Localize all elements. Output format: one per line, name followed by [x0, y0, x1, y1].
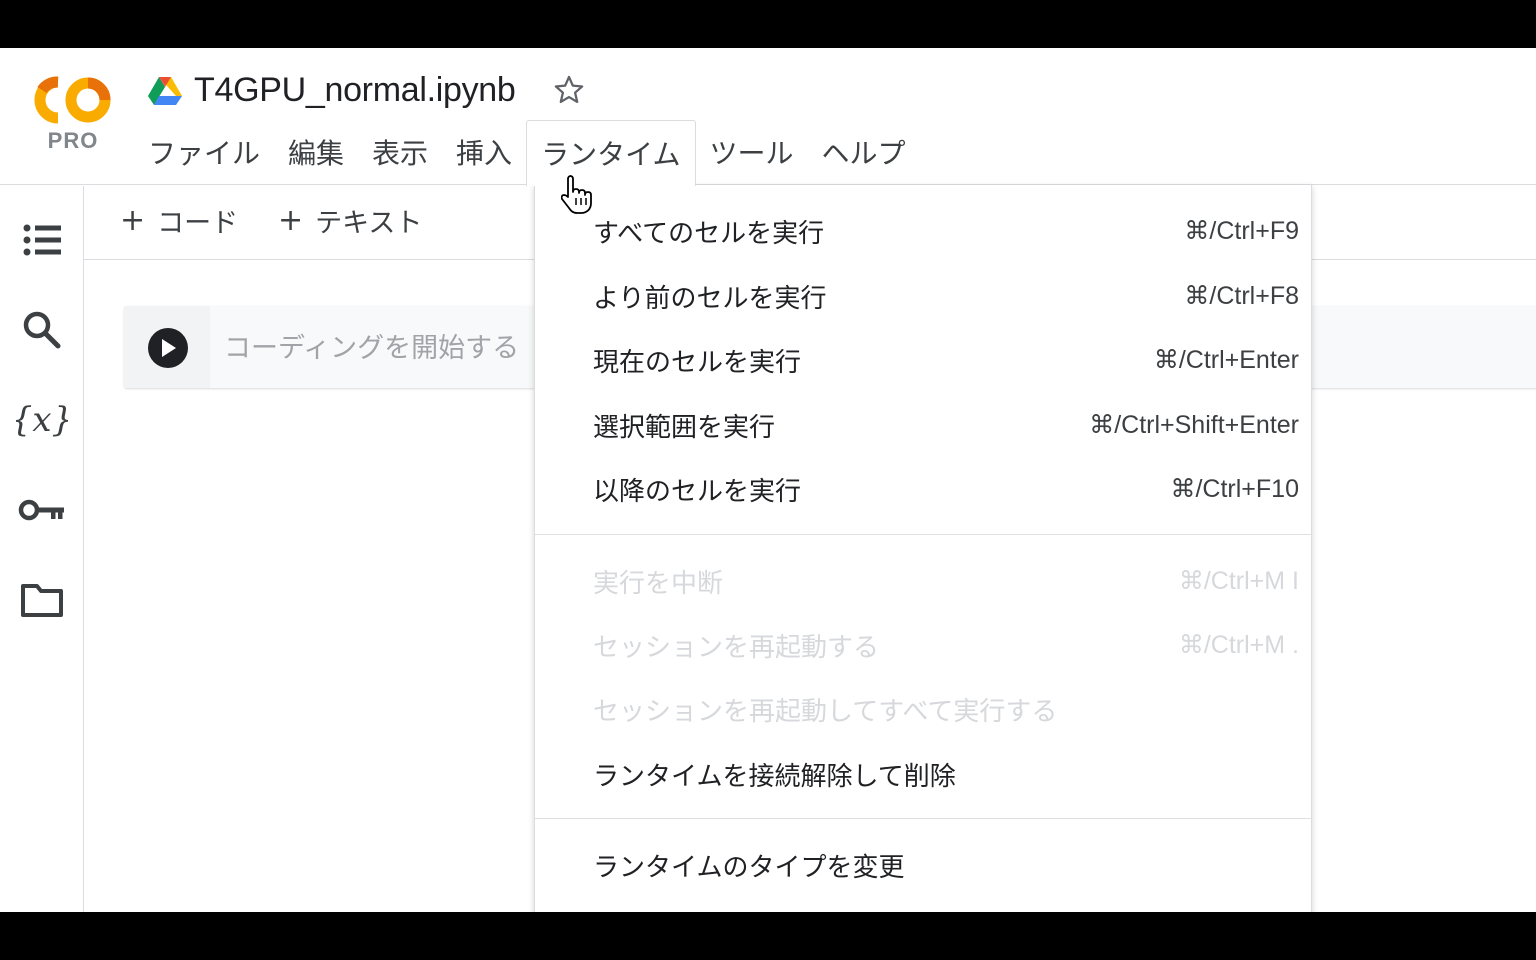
video-letterbox-bottom — [0, 912, 1536, 960]
left-sidebar: {x} — [0, 186, 84, 912]
google-drive-icon[interactable] — [148, 75, 182, 105]
search-icon — [23, 311, 61, 349]
colab-logo-mark — [34, 76, 111, 124]
menu-item-label: ランタイムのタイプを変更 — [593, 852, 905, 883]
key-icon — [18, 499, 64, 521]
menu-divider — [535, 818, 1311, 819]
menu-restart-and-run-all: セッションを再起動してすべて実行する — [535, 677, 1311, 741]
add-code-label: コード — [157, 207, 239, 239]
menu-interrupt: 実行を中断 ⌘/Ctrl+M I — [535, 549, 1311, 613]
menu-view[interactable]: 表示 — [358, 120, 442, 186]
menu-item-shortcut: ⌘/Ctrl+Shift+Enter — [1089, 411, 1299, 439]
files-button[interactable] — [14, 572, 70, 628]
add-code-button[interactable]: + コード — [120, 200, 238, 240]
cell-placeholder: コーディングを開始する — [224, 333, 520, 364]
menu-item-label: ランタイムを接続解除して削除 — [593, 761, 956, 792]
menu-item-shortcut: ⌘/Ctrl+F8 — [1184, 282, 1299, 310]
svg-text:{x}: {x} — [16, 400, 68, 440]
run-cell-button[interactable] — [148, 328, 188, 368]
menu-runtime[interactable]: ランタイム — [526, 120, 696, 186]
runtime-menu: すべてのセルを実行 ⌘/Ctrl+F9 より前のセルを実行 ⌘/Ctrl+F8 … — [534, 185, 1312, 912]
menu-run-all[interactable]: すべてのセルを実行 ⌘/Ctrl+F9 — [535, 199, 1311, 263]
menu-item-shortcut: ⌘/Ctrl+F9 — [1184, 217, 1299, 245]
add-text-label: テキスト — [315, 207, 423, 239]
colab-window: PRO T4GPU_normal.ipynb ファイル 編集 表示 挿入 ランタ… — [0, 48, 1536, 912]
plus-icon: + — [278, 202, 304, 238]
table-of-contents-icon — [23, 224, 61, 256]
menu-run-current[interactable]: 現在のセルを実行 ⌘/Ctrl+Enter — [535, 328, 1311, 392]
star-icon[interactable] — [552, 73, 586, 107]
menu-divider — [535, 534, 1311, 535]
menu-item-label: 以降のセルを実行 — [593, 476, 802, 507]
menu-item-label: 選択範囲を実行 — [593, 412, 776, 443]
pro-badge: PRO — [47, 128, 99, 153]
add-text-button[interactable]: + テキスト — [278, 200, 422, 240]
menu-change-runtime-type[interactable]: ランタイムのタイプを変更 — [535, 833, 1311, 897]
menu-restart-session: セッションを再起動する ⌘/Ctrl+M . — [535, 613, 1311, 677]
menu-item-shortcut: ⌘/Ctrl+Enter — [1153, 346, 1299, 374]
menu-item-label: より前のセルを実行 — [593, 283, 827, 314]
menu-run-selection[interactable]: 選択範囲を実行 ⌘/Ctrl+Shift+Enter — [535, 393, 1311, 457]
menu-insert[interactable]: 挿入 — [442, 120, 526, 186]
menu-disconnect-delete-runtime[interactable]: ランタイムを接続解除して削除 — [535, 742, 1311, 806]
menu-help[interactable]: ヘルプ — [808, 120, 920, 186]
plus-icon: + — [120, 202, 146, 238]
play-icon — [162, 339, 176, 357]
header: PRO T4GPU_normal.ipynb ファイル 編集 表示 挿入 ランタ… — [0, 48, 1536, 186]
notebook-title[interactable]: T4GPU_normal.ipynb — [194, 71, 516, 110]
menu-tools[interactable]: ツール — [696, 120, 808, 186]
menu-run-before[interactable]: より前のセルを実行 ⌘/Ctrl+F8 — [535, 264, 1311, 328]
variables-icon: {x} — [16, 400, 68, 440]
colab-logo[interactable]: PRO — [28, 72, 118, 162]
title-row: T4GPU_normal.ipynb — [148, 68, 586, 112]
menu-item-label: 実行を中断 — [593, 568, 724, 599]
menu-item-shortcut: ⌘/Ctrl+M . — [1178, 631, 1299, 659]
menu-item-label: セッションを再起動してすべて実行する — [593, 696, 1058, 727]
menu-file[interactable]: ファイル — [134, 120, 274, 186]
hand-pointer-icon — [561, 175, 592, 214]
menu-item-label: すべてのセルを実行 — [593, 218, 825, 249]
menu-item-shortcut: ⌘/Ctrl+M I — [1178, 567, 1299, 595]
menu-run-after[interactable]: 以降のセルを実行 ⌘/Ctrl+F10 — [535, 457, 1311, 521]
secrets-button[interactable] — [14, 482, 70, 538]
table-of-contents-button[interactable] — [14, 212, 70, 268]
cell-gutter — [124, 306, 210, 388]
menu-item-label: セッションを再起動する — [593, 632, 880, 663]
menubar: ファイル 編集 表示 挿入 ランタイム ツール ヘルプ — [134, 120, 920, 186]
menu-edit[interactable]: 編集 — [274, 120, 358, 186]
video-letterbox-top — [0, 0, 1536, 48]
variables-button[interactable]: {x} — [14, 392, 70, 448]
menu-item-shortcut: ⌘/Ctrl+F10 — [1170, 475, 1299, 503]
folder-icon — [21, 584, 63, 617]
search-button[interactable] — [14, 302, 70, 358]
menu-item-label: 現在のセルを実行 — [593, 347, 802, 378]
